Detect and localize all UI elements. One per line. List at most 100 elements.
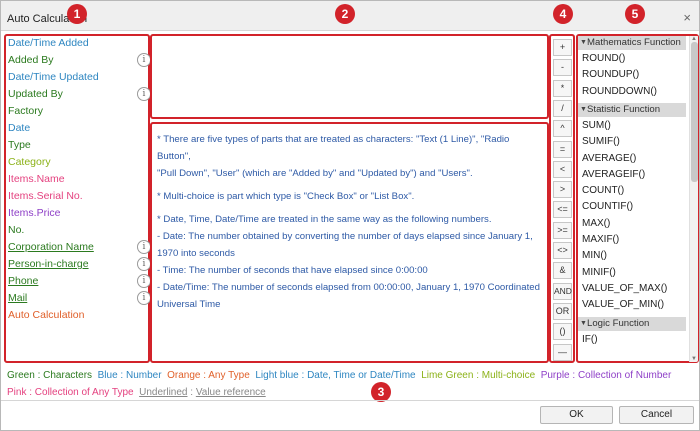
field-item[interactable]: Type	[8, 139, 31, 151]
legend-entry: Orange	[167, 370, 201, 381]
field-item[interactable]: Date	[8, 122, 30, 134]
category-mathematics[interactable]: ▼ Mathematics Function	[578, 36, 686, 50]
operator-button[interactable]: >	[553, 181, 572, 199]
legend-entry: Blue	[97, 370, 118, 381]
function-item[interactable]: MAXIF()	[582, 234, 619, 245]
info-icon[interactable]: i	[137, 274, 151, 288]
function-item[interactable]: ROUNDDOWN()	[582, 86, 657, 97]
operator-button[interactable]: =	[553, 140, 572, 158]
category-statistic[interactable]: ▼ Statistic Function	[578, 102, 686, 117]
function-item[interactable]: ROUNDUP()	[582, 69, 639, 80]
field-list-panel: Date/Time Added Added By i Date/Time Update…	[4, 34, 151, 363]
operator-button[interactable]: <=	[553, 201, 572, 219]
function-item[interactable]: MIN()	[582, 250, 607, 261]
field-item[interactable]: Date/Time Updated	[8, 71, 99, 83]
field-item[interactable]: Updated By	[8, 88, 63, 100]
field-item[interactable]: Date/Time Added	[8, 37, 89, 49]
help-note-date-cont: 1970 into seconds	[157, 248, 235, 259]
operator-button[interactable]: —	[553, 343, 572, 361]
legend-entry: Date, Time or Date/Time	[307, 370, 416, 381]
field-item[interactable]: Items.Name	[8, 173, 65, 185]
legend-entry: Collection of Any Type	[34, 387, 134, 398]
function-scrollbar[interactable]: ▲ ▼	[689, 36, 698, 362]
legend-entry: Lime Green	[421, 370, 474, 381]
scroll-down-icon[interactable]: ▼	[691, 356, 697, 362]
legend-entry: Pink	[7, 387, 27, 398]
function-item[interactable]: MINIF()	[582, 267, 616, 278]
field-item[interactable]: Person-in-charge	[8, 258, 89, 270]
function-item[interactable]: COUNT()	[582, 185, 624, 196]
ok-button[interactable]: OK	[540, 406, 613, 424]
field-item[interactable]: No.	[8, 224, 24, 236]
function-item[interactable]: ROUND()	[582, 53, 625, 64]
field-item[interactable]: Items.Price	[8, 207, 61, 219]
operator-button[interactable]: *	[553, 79, 572, 97]
operator-panel: + - * / ^ = < > <= >= <> & AND OR() —	[549, 34, 575, 363]
field-item[interactable]: Added By	[8, 54, 54, 66]
field-item[interactable]: Mail	[8, 292, 27, 304]
function-item[interactable]: AVERAGEIF()	[582, 169, 645, 180]
legend-separator: :	[473, 370, 482, 381]
info-icon[interactable]: i	[137, 257, 151, 271]
close-icon[interactable]: ×	[683, 10, 691, 25]
operator-button[interactable]: ^	[553, 120, 572, 138]
legend-entry: Collection of Number	[577, 370, 672, 381]
function-item[interactable]: COUNTIF()	[582, 201, 633, 212]
field-item[interactable]: Category	[8, 156, 51, 168]
auto-calculation-dialog: Auto Calculation × Date/Time Added Added …	[0, 0, 700, 431]
field-item[interactable]: Phone	[8, 275, 38, 287]
help-note-datetime: * Date, Time, Date/Time are treated in t…	[157, 214, 492, 225]
operator-button[interactable]: <>	[553, 242, 572, 259]
legend-entry: Light blue	[255, 370, 299, 381]
collapse-triangle-icon: ▼	[580, 105, 587, 113]
info-icon[interactable]: i	[137, 240, 151, 254]
legend-separator: :	[117, 370, 126, 381]
badge-5: 5	[625, 4, 645, 24]
help-note-date: - Date: The number obtained by convertin…	[157, 231, 533, 242]
function-item[interactable]: SUM()	[582, 120, 611, 131]
scrollbar-thumb[interactable]	[691, 42, 698, 182]
field-item[interactable]: Factory	[8, 105, 43, 117]
legend-entry: Any Type	[208, 370, 250, 381]
operator-button[interactable]: ()	[553, 323, 572, 341]
help-text-panel: * There are five types of parts that are…	[150, 122, 549, 363]
function-item[interactable]: IF()	[582, 334, 598, 345]
legend-separator: :	[298, 370, 308, 381]
field-item[interactable]: Items.Serial No.	[8, 190, 83, 202]
operator-button[interactable]: OR	[553, 302, 572, 320]
help-note-datetime-def: - Date/Time: The number of seconds elaps…	[157, 282, 540, 293]
footer-divider	[1, 400, 699, 401]
function-item[interactable]: AVERAGE()	[582, 153, 636, 164]
operator-button[interactable]: &	[553, 262, 572, 280]
operator-button[interactable]: <	[553, 160, 572, 178]
legend-separator: :	[569, 370, 578, 381]
help-note-characters-cont: "Pull Down", "User" (which are "Added by…	[157, 168, 473, 179]
color-legend-line-2: Pink : Collection of Any Type Underlined…	[7, 387, 266, 398]
operator-button[interactable]: >=	[553, 221, 572, 239]
operator-button[interactable]: AND	[553, 282, 572, 300]
operator-button[interactable]: +	[553, 39, 572, 56]
field-item[interactable]: Auto Calculation	[8, 309, 84, 321]
help-note-datetime-def-cont: Universal Time	[157, 299, 221, 310]
legend-entry: Value reference	[195, 387, 266, 398]
function-item[interactable]: VALUE_OF_MAX()	[582, 283, 667, 294]
info-icon[interactable]: i	[137, 53, 151, 67]
color-legend-line-1: Green : Characters Blue : Number Orange …	[7, 370, 671, 381]
badge-3: 3	[371, 382, 391, 402]
legend-entry: Characters	[43, 370, 93, 381]
function-item[interactable]: VALUE_OF_MIN()	[582, 299, 664, 310]
legend-separator: :	[26, 387, 35, 398]
operator-button[interactable]: -	[553, 59, 572, 77]
field-item[interactable]: Corporation Name	[8, 241, 94, 253]
function-item[interactable]: MAX()	[582, 218, 610, 229]
help-note-time: - Time: The number of seconds that have …	[157, 265, 428, 276]
formula-editor[interactable]	[150, 34, 549, 119]
info-icon[interactable]: i	[137, 87, 151, 101]
function-item[interactable]: SUMIF()	[582, 136, 620, 147]
cancel-button[interactable]: Cancel	[619, 406, 694, 424]
category-logic[interactable]: ▼ Logic Function	[578, 316, 686, 331]
legend-entry: Green	[7, 370, 35, 381]
info-icon[interactable]: i	[137, 291, 151, 305]
help-note-multichoice: * Multi-choice is part which type is "Ch…	[157, 191, 415, 202]
operator-button[interactable]: /	[553, 99, 572, 117]
